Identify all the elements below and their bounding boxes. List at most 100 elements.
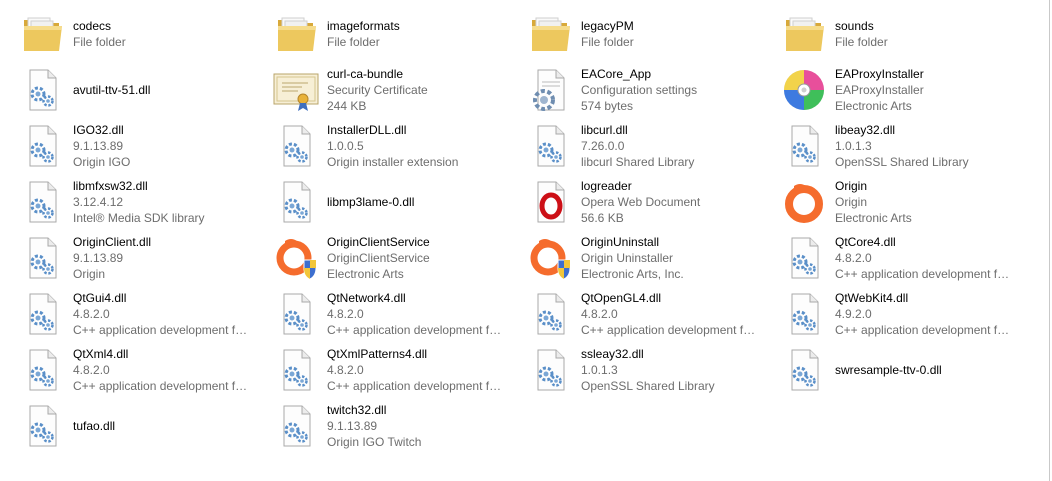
dll-icon xyxy=(18,66,66,114)
dll-icon xyxy=(780,346,828,394)
file-list-view: codecs File folder imageformats File folde… xyxy=(0,0,1050,481)
file-detail-line-2: 1.0.0.5 xyxy=(327,139,364,153)
origin-icon xyxy=(780,178,828,226)
file-item-text: OriginClientService OriginClientService El… xyxy=(327,230,504,286)
file-name: sounds xyxy=(835,19,874,33)
file-item[interactable]: sounds File folder xyxy=(762,6,1012,62)
file-item[interactable]: libcurl.dll 7.26.0.0 libcurl Shared Librar… xyxy=(508,118,758,174)
file-item[interactable]: twitch32.dll 9.1.13.89 Origin IGO Twitch xyxy=(254,398,504,454)
file-item[interactable]: legacyPM File folder xyxy=(508,6,758,62)
origin-shield-icon xyxy=(526,234,574,282)
file-item-text: QtGui4.dll 4.8.2.0 C++ application develop… xyxy=(73,286,250,342)
file-name: OriginUninstall xyxy=(581,235,660,249)
opera-document-icon xyxy=(526,178,574,226)
file-item[interactable]: QtNetwork4.dll 4.8.2.0 C++ application dev… xyxy=(254,286,504,342)
file-detail-line-2: 4.8.2.0 xyxy=(73,307,110,321)
folder-icon xyxy=(526,10,574,58)
file-item-text: QtXml4.dll 4.8.2.0 C++ application develop… xyxy=(73,342,250,398)
file-name: QtOpenGL4.dll xyxy=(581,291,662,305)
file-item-text: IGO32.dll 9.1.13.89 Origin IGO xyxy=(73,118,250,174)
file-item[interactable]: libmp3lame-0.dll xyxy=(254,174,504,230)
file-name: QtXmlPatterns4.dll xyxy=(327,347,428,361)
file-name: QtCore4.dll xyxy=(835,235,896,249)
dll-icon xyxy=(272,346,320,394)
file-item-text: tufao.dll xyxy=(73,398,250,454)
file-item[interactable]: EAProxyInstaller EAProxyInstaller Electron… xyxy=(762,62,1012,118)
file-item-text: libmfxsw32.dll 3.12.4.12 Intel® Media SDK … xyxy=(73,174,250,230)
file-item[interactable]: IGO32.dll 9.1.13.89 Origin IGO xyxy=(0,118,250,174)
file-item[interactable]: curl-ca-bundle Security Certificate 244 KB xyxy=(254,62,504,118)
file-item[interactable]: QtCore4.dll 4.8.2.0 C++ application develo… xyxy=(762,230,1012,286)
file-detail-line-2: 9.1.13.89 xyxy=(73,251,124,265)
folder-icon xyxy=(272,10,320,58)
file-item[interactable]: InstallerDLL.dll 1.0.0.5 Origin installer … xyxy=(254,118,504,174)
file-item-text: OriginUninstall Origin Uninstaller Electro… xyxy=(581,230,758,286)
file-item[interactable]: Origin Origin Electronic Arts xyxy=(762,174,1012,230)
file-item-text: libmp3lame-0.dll xyxy=(327,174,504,230)
file-item-text: QtXmlPatterns4.dll 4.8.2.0 C++ application… xyxy=(327,342,504,398)
file-detail-line-2: OriginClientService xyxy=(327,251,430,265)
dll-icon xyxy=(18,290,66,338)
file-detail-line-3: OpenSSL Shared Library xyxy=(581,379,715,393)
file-name: avutil-ttv-51.dll xyxy=(73,83,151,97)
disc-installer-icon xyxy=(780,66,828,114)
file-item-text: EACore_App Configuration settings 574 byte… xyxy=(581,62,758,118)
dll-icon xyxy=(18,234,66,282)
file-name: libmfxsw32.dll xyxy=(73,179,148,193)
file-item[interactable]: libmfxsw32.dll 3.12.4.12 Intel® Media SDK … xyxy=(0,174,250,230)
file-name: EAProxyInstaller xyxy=(835,67,924,81)
file-detail-line-2: 4.8.2.0 xyxy=(327,363,364,377)
config-settings-icon xyxy=(526,66,574,114)
file-item[interactable]: ssleay32.dll 1.0.1.3 OpenSSL Shared Librar… xyxy=(508,342,758,398)
file-detail-line-3: libcurl Shared Library xyxy=(581,155,695,169)
folder-icon xyxy=(780,10,828,58)
file-item-text: swresample-ttv-0.dll xyxy=(835,342,1012,398)
file-item[interactable]: QtWebKit4.dll 4.9.2.0 C++ application deve… xyxy=(762,286,1012,342)
dll-icon xyxy=(526,346,574,394)
file-item-text: ssleay32.dll 1.0.1.3 OpenSSL Shared Librar… xyxy=(581,342,758,398)
file-detail-line-2: 4.8.2.0 xyxy=(581,307,618,321)
folder-icon xyxy=(18,10,66,58)
file-name: InstallerDLL.dll xyxy=(327,123,407,137)
file-item[interactable]: tufao.dll xyxy=(0,398,250,454)
file-name: logreader xyxy=(581,179,632,193)
file-item[interactable]: OriginClientService OriginClientService El… xyxy=(254,230,504,286)
file-detail-line-2: EAProxyInstaller xyxy=(835,83,924,97)
file-name: imageformats xyxy=(327,19,400,33)
file-detail-line-2: 1.0.1.3 xyxy=(835,139,872,153)
file-item-text: libcurl.dll 7.26.0.0 libcurl Shared Librar… xyxy=(581,118,758,174)
file-item[interactable]: QtXmlPatterns4.dll 4.8.2.0 C++ application… xyxy=(254,342,504,398)
file-name: libmp3lame-0.dll xyxy=(327,195,415,209)
file-detail-line-2: Opera Web Document xyxy=(581,195,701,209)
file-item-text: libeay32.dll 1.0.1.3 OpenSSL Shared Librar… xyxy=(835,118,1012,174)
file-item[interactable]: EACore_App Configuration settings 574 byte… xyxy=(508,62,758,118)
dll-icon xyxy=(526,290,574,338)
file-detail-line-3: Electronic Arts xyxy=(835,211,912,225)
file-item[interactable]: logreader Opera Web Document 56.6 KB xyxy=(508,174,758,230)
file-item[interactable]: OriginUninstall Origin Uninstaller Electro… xyxy=(508,230,758,286)
file-item-text: QtCore4.dll 4.8.2.0 C++ application develo… xyxy=(835,230,1012,286)
file-item[interactable]: QtOpenGL4.dll 4.8.2.0 C++ application deve… xyxy=(508,286,758,342)
file-item[interactable]: OriginClient.dll 9.1.13.89 Origin xyxy=(0,230,250,286)
file-detail-line-3: 56.6 KB xyxy=(581,211,624,225)
file-item[interactable]: imageformats File folder xyxy=(254,6,504,62)
file-item[interactable]: codecs File folder xyxy=(0,6,250,62)
file-item[interactable]: avutil-ttv-51.dll xyxy=(0,62,250,118)
file-item[interactable]: QtGui4.dll 4.8.2.0 C++ application develop… xyxy=(0,286,250,342)
dll-icon xyxy=(526,122,574,170)
file-item-text: QtWebKit4.dll 4.9.2.0 C++ application deve… xyxy=(835,286,1012,342)
file-detail-line-3: 574 bytes xyxy=(581,99,634,113)
file-name: twitch32.dll xyxy=(327,403,387,417)
file-detail-line-3: C++ application development fra... xyxy=(73,379,250,393)
file-item[interactable]: swresample-ttv-0.dll xyxy=(762,342,1012,398)
file-item[interactable]: QtXml4.dll 4.8.2.0 C++ application develop… xyxy=(0,342,250,398)
file-item[interactable]: libeay32.dll 1.0.1.3 OpenSSL Shared Librar… xyxy=(762,118,1012,174)
file-detail-line-2: 1.0.1.3 xyxy=(581,363,618,377)
file-item-text: logreader Opera Web Document 56.6 KB xyxy=(581,174,758,230)
file-detail-line-3: C++ application development fra... xyxy=(327,379,504,393)
file-detail-line-3: Electronic Arts xyxy=(327,267,404,281)
file-detail-line-2: 4.8.2.0 xyxy=(835,251,872,265)
file-item-text: QtOpenGL4.dll 4.8.2.0 C++ application deve… xyxy=(581,286,758,342)
file-detail-line-3: C++ application development fra... xyxy=(73,323,250,337)
file-detail-line-3: C++ application development fra... xyxy=(835,323,1012,337)
